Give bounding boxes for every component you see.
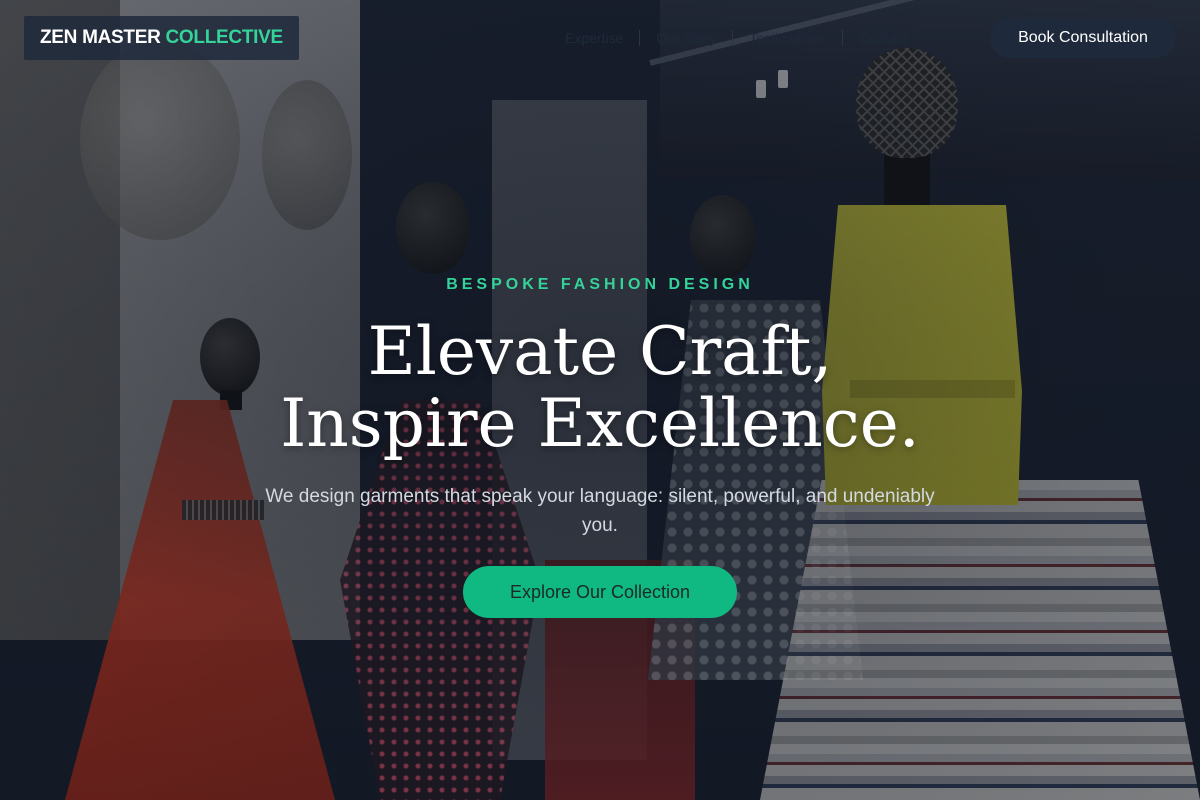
hero-headline: Elevate Craft, Inspire Excellence. xyxy=(0,316,1200,460)
logo-primary-text: ZEN MASTER xyxy=(40,27,161,48)
nav-link-contact[interactable]: Contact xyxy=(859,30,907,46)
nav-link-expertise[interactable]: Expertise xyxy=(565,30,623,46)
nav-divider xyxy=(842,30,844,46)
explore-collection-button[interactable]: Explore Our Collection xyxy=(463,566,737,618)
logo-accent-text: COLLECTIVE xyxy=(165,27,284,48)
nav-divider xyxy=(639,30,641,46)
logo[interactable]: ZEN MASTER COLLECTIVE xyxy=(24,16,299,60)
main-nav: Expertise Our Story Testimonials Contact xyxy=(565,30,908,46)
hero-headline-line-2: Inspire Excellence. xyxy=(280,385,920,462)
nav-link-testimonials[interactable]: Testimonials xyxy=(749,30,826,46)
hero-subtitle: We design garments that speak your langu… xyxy=(265,486,935,536)
hero-headline-line-1: Elevate Craft, xyxy=(367,313,833,390)
nav-link-our-story[interactable]: Our Story xyxy=(656,30,716,46)
nav-divider xyxy=(732,30,734,46)
hero-eyebrow: BESPOKE FASHION DESIGN xyxy=(446,276,754,293)
book-consultation-button[interactable]: Book Consultation xyxy=(990,18,1176,58)
